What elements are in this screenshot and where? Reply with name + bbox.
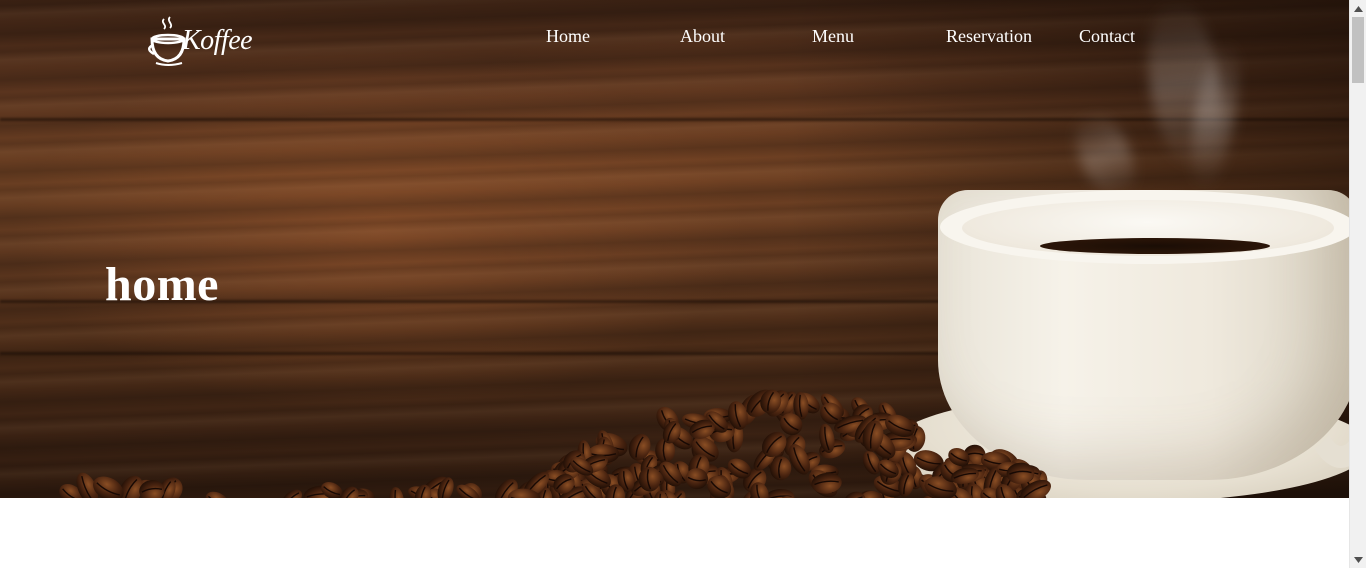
nav-item-reservation[interactable]: Reservation — [946, 24, 1032, 48]
page: Koffee Home About Menu Reservation Conta… — [0, 0, 1366, 568]
hero-title: home — [105, 258, 219, 311]
nav-item-menu[interactable]: Menu — [812, 24, 854, 48]
scrollbar-thumb[interactable] — [1352, 17, 1364, 83]
hero-section: Koffee Home About Menu Reservation Conta… — [0, 0, 1349, 498]
scroll-up-arrow-icon[interactable] — [1350, 0, 1366, 17]
vertical-scrollbar[interactable] — [1349, 0, 1366, 568]
nav-item-home[interactable]: Home — [546, 24, 590, 48]
nav-item-contact[interactable]: Contact — [1079, 24, 1135, 48]
main-nav: Home About Menu Reservation Contact — [0, 24, 1349, 50]
coffee-beans-pile — [59, 389, 1051, 498]
content-area — [0, 498, 1349, 568]
scroll-down-arrow-icon[interactable] — [1350, 551, 1366, 568]
nav-item-about[interactable]: About — [680, 24, 725, 48]
